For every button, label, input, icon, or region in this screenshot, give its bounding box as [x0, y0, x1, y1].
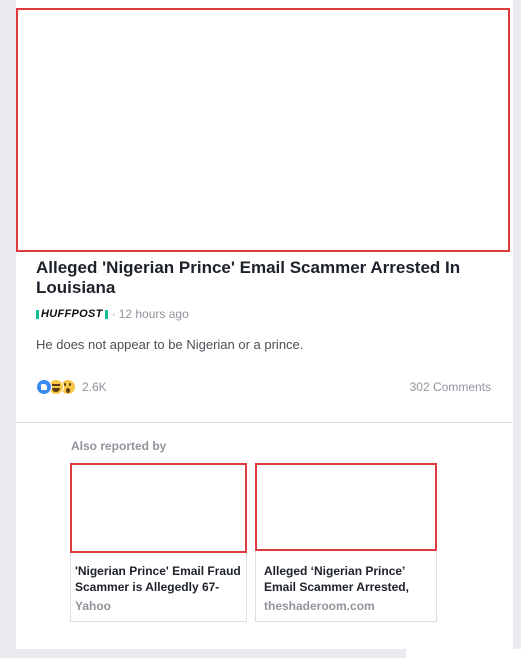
related-article-title[interactable]: Alleged ‘Nigerian Prince’ Email Scammer … — [264, 563, 434, 595]
huffpost-logo-bar-end-icon — [104, 309, 108, 319]
huffpost-logo[interactable]: HUFFPOST — [36, 308, 108, 320]
section-divider — [16, 422, 513, 423]
related-article-image-placeholder[interactable] — [70, 463, 247, 553]
reaction-count: 2.6K — [82, 380, 107, 394]
article-image-placeholder[interactable] — [16, 8, 510, 252]
related-article-card[interactable]: 'Nigerian Prince' Email Fraud Scammer is… — [70, 463, 247, 622]
article-source-row: HUFFPOST · 12 hours ago — [36, 306, 189, 322]
comments-link[interactable]: 302 Comments — [410, 380, 491, 394]
article-headline[interactable]: Alleged 'Nigerian Prince' Email Scammer … — [36, 258, 496, 298]
news-feed-page: Alleged 'Nigerian Prince' Email Scammer … — [0, 0, 521, 658]
source-separator: · — [111, 307, 116, 321]
right-gutter — [513, 0, 521, 658]
related-article-source: Yahoo — [75, 599, 112, 613]
related-article-title[interactable]: 'Nigerian Prince' Email Fraud Scammer is… — [75, 563, 245, 595]
also-reported-heading: Also reported by — [71, 439, 167, 453]
related-article-card[interactable]: Alleged ‘Nigerian Prince’ Email Scammer … — [255, 463, 437, 622]
article-timestamp[interactable]: 12 hours ago — [119, 307, 189, 321]
like-icon — [36, 379, 52, 395]
related-article-image-placeholder[interactable] — [255, 463, 437, 551]
bottom-gutter-right — [406, 649, 521, 658]
huffpost-logo-text: HUFFPOST — [41, 308, 103, 320]
reactions-summary[interactable]: 2.6K — [36, 379, 107, 395]
huffpost-logo-bar-icon — [36, 309, 39, 319]
related-article-source: theshaderoom.com — [264, 599, 375, 613]
article-description: He does not appear to be Nigerian or a p… — [36, 337, 304, 352]
bottom-gutter — [0, 649, 406, 658]
